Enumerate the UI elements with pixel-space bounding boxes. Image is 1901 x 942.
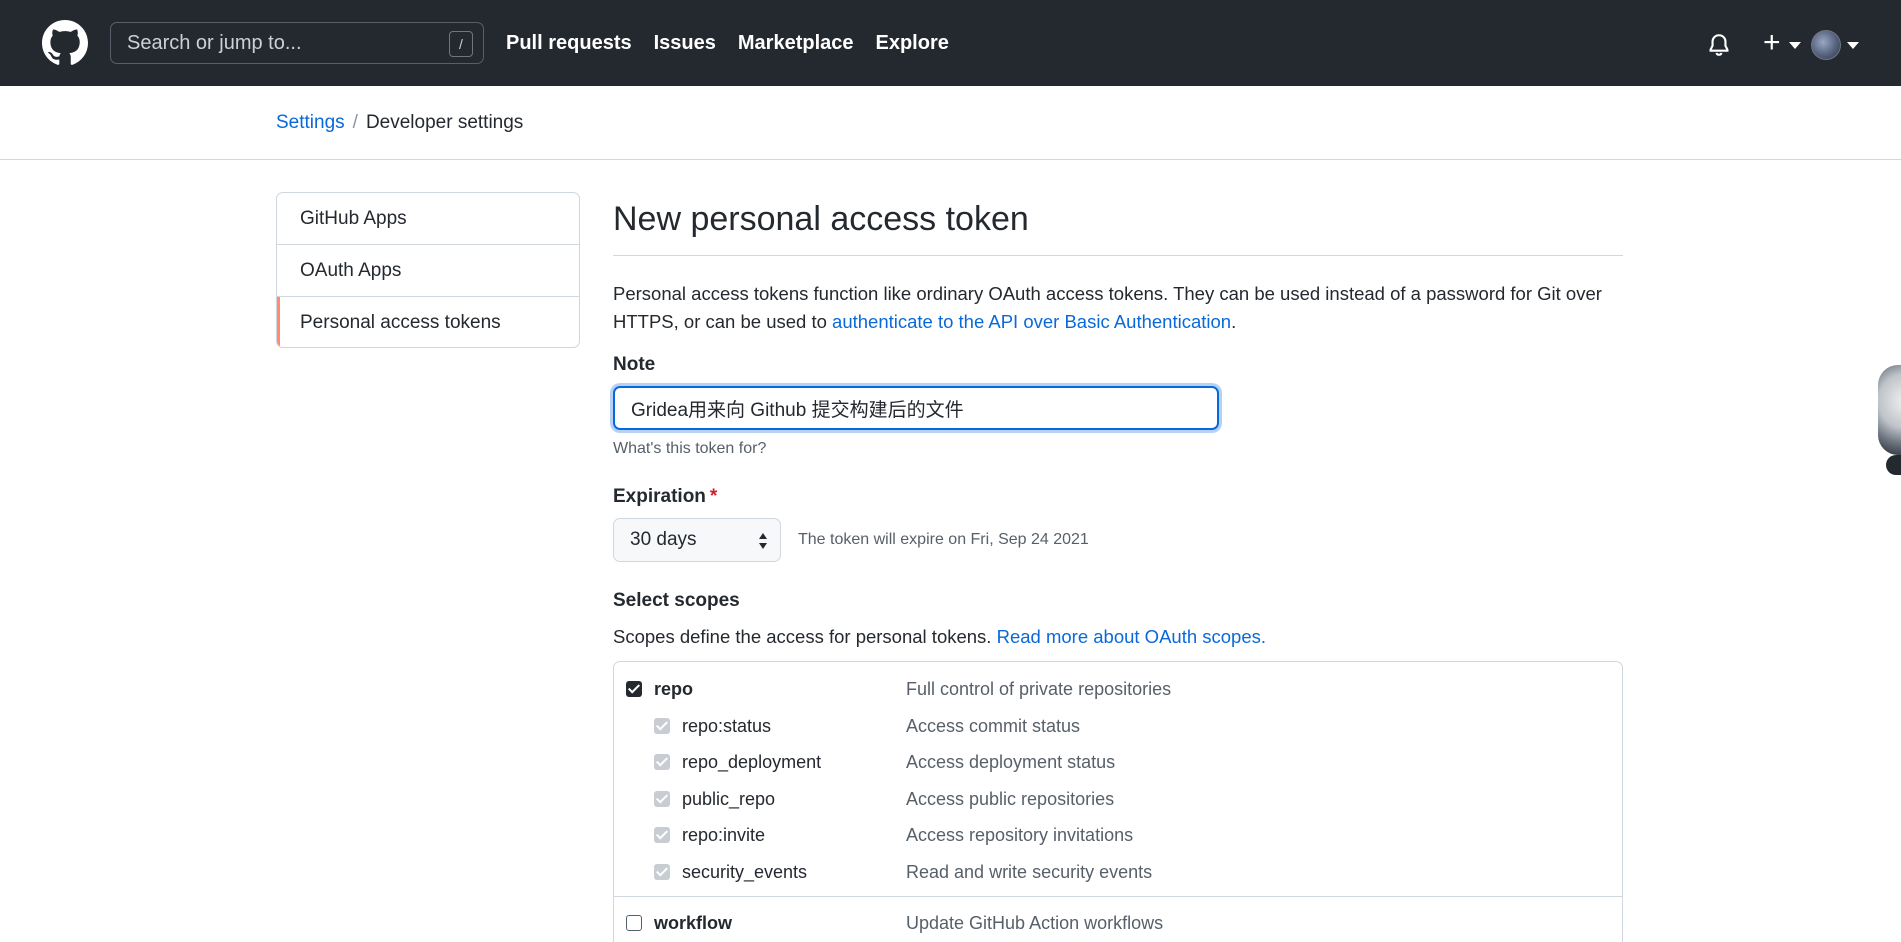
scope-row-workflow: workflow Update GitHub Action workflows <box>614 908 1622 938</box>
sidebar-item-github-apps[interactable]: GitHub Apps <box>277 193 579 245</box>
subheader: Settings / Developer settings <box>0 86 1901 160</box>
expiration-label-text: Expiration <box>613 486 706 507</box>
scope-name: repo <box>654 678 694 699</box>
floating-assistant-widget[interactable] <box>1878 365 1901 455</box>
scope-row-repo-deployment: repo_deployment Access deployment status <box>614 747 1622 777</box>
scope-row-security-events: security_events Read and write security … <box>614 857 1622 887</box>
search-placeholder: Search or jump to... <box>127 31 302 54</box>
nav-marketplace[interactable]: Marketplace <box>738 32 854 55</box>
expiration-select[interactable]: 30 days <box>613 518 781 562</box>
scope-description: Update GitHub Action workflows <box>906 912 1164 933</box>
scope-row-repo-invite: repo:invite Access repository invitation… <box>614 820 1622 850</box>
note-label: Note <box>613 354 656 375</box>
checkbox-icon[interactable] <box>654 791 670 807</box>
scope-description: Full control of private repositories <box>906 678 1172 699</box>
developer-settings-sidebar: GitHub Apps OAuth Apps Personal access t… <box>276 192 580 348</box>
sidebar-item-oauth-apps[interactable]: OAuth Apps <box>277 245 579 297</box>
checkbox-icon[interactable] <box>654 864 670 880</box>
main-content: New personal access token Personal acces… <box>613 192 1623 648</box>
note-input[interactable]: Gridea用来向 Github 提交构建后的文件 <box>613 386 1219 430</box>
search-input[interactable]: Search or jump to... / <box>110 22 484 64</box>
scope-divider <box>614 896 1622 897</box>
checkbox-icon[interactable] <box>626 681 642 697</box>
nav-pull-requests[interactable]: Pull requests <box>506 32 632 55</box>
github-logo-icon[interactable] <box>42 20 88 66</box>
expiration-label: Expiration * <box>613 486 1623 508</box>
scope-description: Access repository invitations <box>906 824 1134 845</box>
scope-row-repo-status: repo:status Access commit status <box>614 711 1622 741</box>
scope-name: security_events <box>682 861 808 882</box>
header-actions: + <box>1691 0 1901 86</box>
scope-description: Access commit status <box>906 715 1081 736</box>
scope-name: repo:invite <box>682 824 766 845</box>
expiration-row: 30 days The token will expire on Fri, Se… <box>613 518 1623 562</box>
floating-assistant-tail <box>1886 455 1901 475</box>
expiration-selected-value: 30 days <box>630 529 697 550</box>
global-header: Search or jump to... / Pull requests Iss… <box>0 0 1901 86</box>
page-description: Personal access tokens function like ord… <box>613 280 1623 336</box>
chevron-down-icon[interactable] <box>1789 42 1801 49</box>
page-title: New personal access token <box>613 192 1623 256</box>
breadcrumb-settings-link[interactable]: Settings <box>276 112 345 133</box>
note-hint: What's this token for? <box>613 440 767 457</box>
search-shortcut-key: / <box>449 31 473 57</box>
checkbox-icon[interactable] <box>654 754 670 770</box>
scopes-list: repo Full control of private repositorie… <box>613 661 1623 942</box>
scopes-description: Scopes define the access for personal to… <box>613 626 1623 648</box>
select-arrows-icon <box>759 533 767 549</box>
description-suffix: . <box>1231 311 1237 332</box>
breadcrumb: Settings / Developer settings <box>276 112 523 134</box>
header-nav: Pull requests Issues Marketplace Explore <box>506 0 971 86</box>
plus-icon[interactable]: + <box>1763 28 1781 58</box>
scope-name: repo_deployment <box>682 751 822 772</box>
oauth-scopes-link[interactable]: Read more about OAuth scopes. <box>997 626 1266 647</box>
avatar[interactable] <box>1811 30 1841 60</box>
scope-description: Access public repositories <box>906 788 1115 809</box>
breadcrumb-current: Developer settings <box>365 112 524 133</box>
scope-row-public-repo: public_repo Access public repositories <box>614 784 1622 814</box>
scopes-description-text: Scopes define the access for personal to… <box>613 626 997 647</box>
scope-description: Read and write security events <box>906 861 1153 882</box>
expiration-date-text: The token will expire on Fri, Sep 24 202… <box>798 531 1089 548</box>
scope-row-repo: repo Full control of private repositorie… <box>614 674 1622 704</box>
sidebar-item-personal-access-tokens[interactable]: Personal access tokens <box>277 297 579 347</box>
checkbox-icon[interactable] <box>626 915 642 931</box>
nav-issues[interactable]: Issues <box>654 32 716 55</box>
basic-auth-link[interactable]: authenticate to the API over Basic Authe… <box>832 311 1231 332</box>
bell-icon[interactable] <box>1707 32 1731 58</box>
select-scopes-label: Select scopes <box>613 590 740 611</box>
scope-description: Access deployment status <box>906 751 1116 772</box>
scope-name: repo:status <box>682 715 772 736</box>
required-marker: * <box>709 486 718 507</box>
chevron-down-icon[interactable] <box>1847 42 1859 49</box>
checkbox-icon[interactable] <box>654 827 670 843</box>
nav-explore[interactable]: Explore <box>876 32 949 55</box>
scope-name: workflow <box>654 912 733 933</box>
breadcrumb-separator: / <box>352 112 358 133</box>
checkbox-icon[interactable] <box>654 718 670 734</box>
scope-name: public_repo <box>682 788 776 809</box>
